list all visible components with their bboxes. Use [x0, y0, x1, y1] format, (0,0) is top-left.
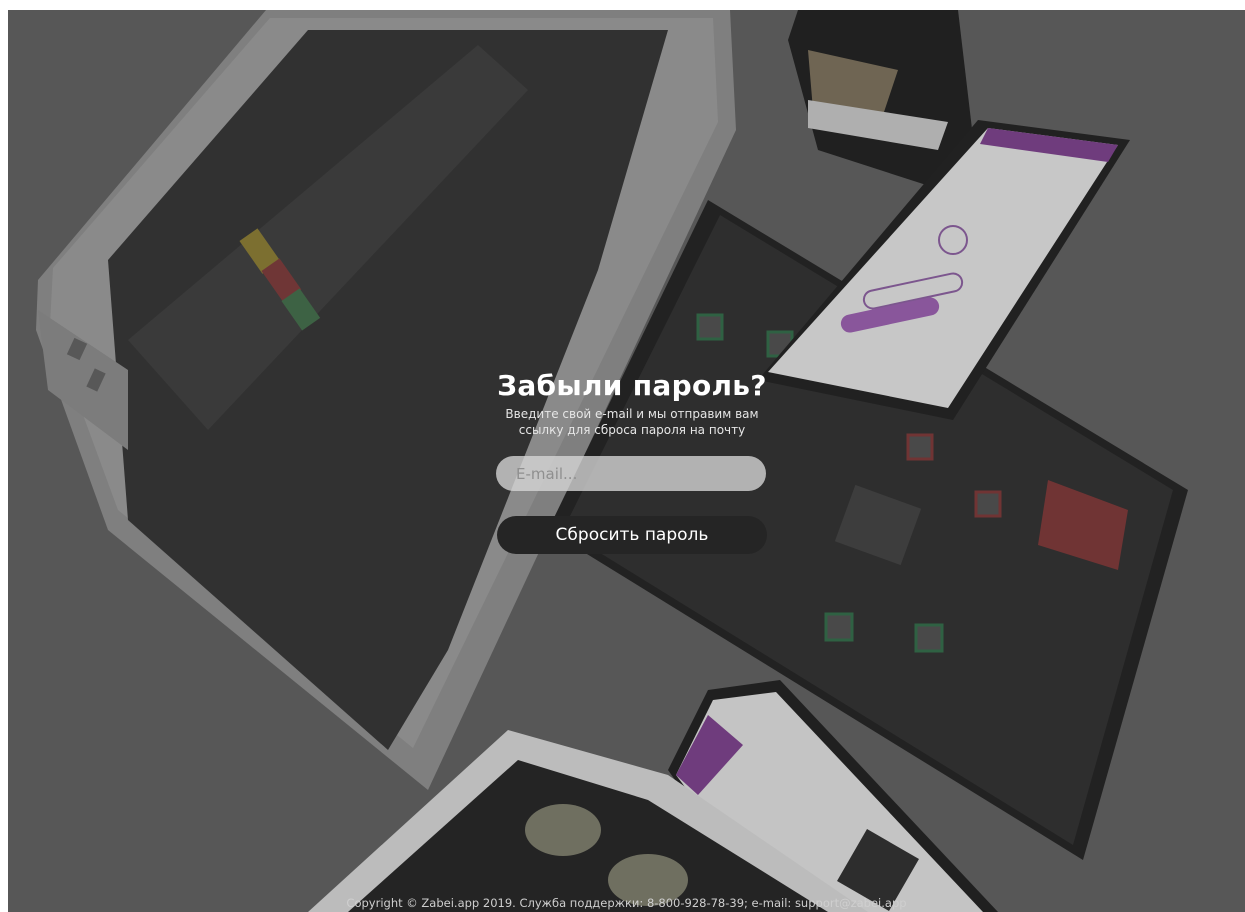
page-frame: Забыли пароль? Введите свой e-mail и мы …: [8, 10, 1245, 912]
footer-copyright: Copyright © Zabei.app 2019. Служба подде…: [346, 896, 907, 910]
page-title: Забыли пароль?: [497, 369, 767, 402]
reset-password-button[interactable]: Сбросить пароль: [497, 516, 767, 554]
email-field[interactable]: [496, 456, 766, 491]
email-field-wrapper: [496, 456, 766, 491]
password-reset-form: Забыли пароль? Введите свой e-mail и мы …: [496, 368, 768, 554]
instruction-text: Введите свой e-mail и мы отправим вам сс…: [505, 407, 759, 437]
